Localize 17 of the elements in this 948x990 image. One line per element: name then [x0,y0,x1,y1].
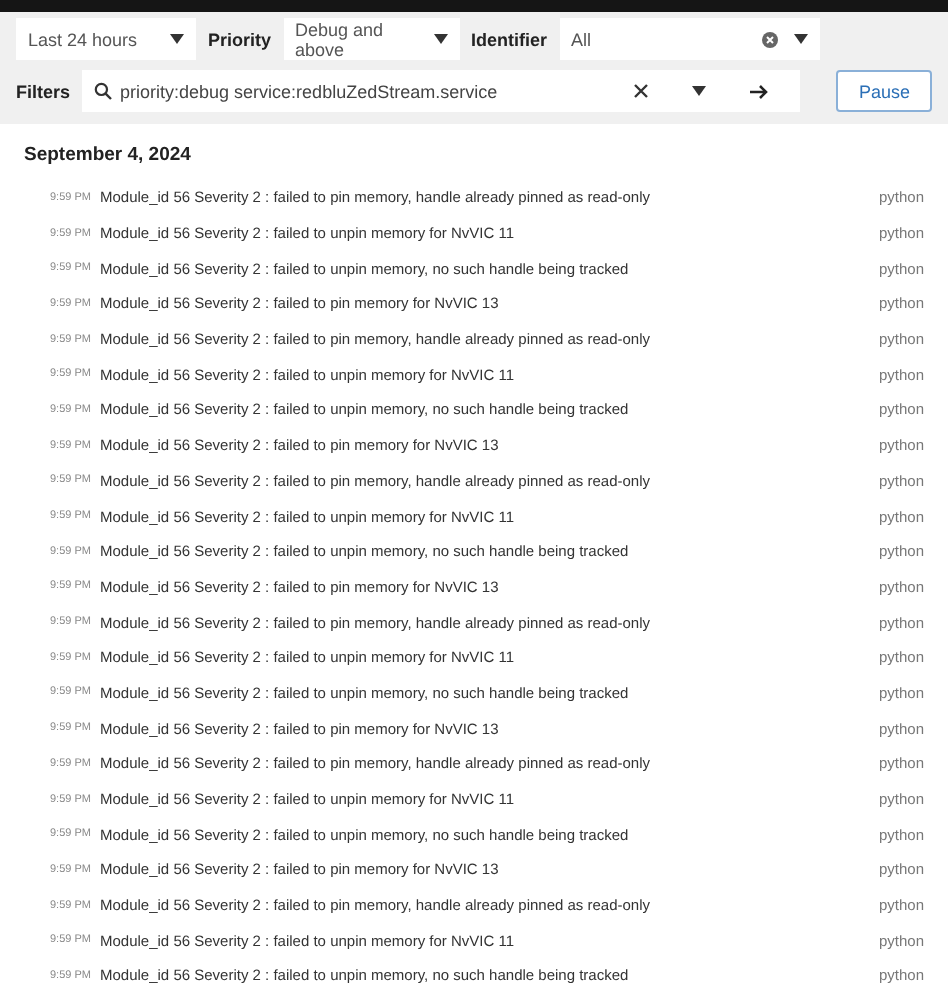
close-icon[interactable] [634,84,649,98]
caret-icon [433,34,448,44]
priority-select[interactable]: Debug and above [283,18,460,60]
identifier-label: Identifier [471,29,548,49]
date-heading: September 4, 2024 [24,144,193,170]
caret-icon [170,34,184,44]
clear-icon[interactable] [761,31,778,47]
search-icon [94,82,113,100]
filters-label: Filters [16,81,71,101]
time-range-select[interactable]: Last 24 hours [16,18,196,60]
priority-label: Priority [208,29,272,49]
filter-field[interactable]: priority:debug service:redbluZedStream.service [82,70,801,112]
pause-button[interactable]: Pause [836,70,932,112]
caret-icon [793,34,808,44]
caret-icon [692,86,707,96]
arrow-right-icon[interactable] [750,83,769,99]
identifier-select[interactable]: All [559,18,820,60]
